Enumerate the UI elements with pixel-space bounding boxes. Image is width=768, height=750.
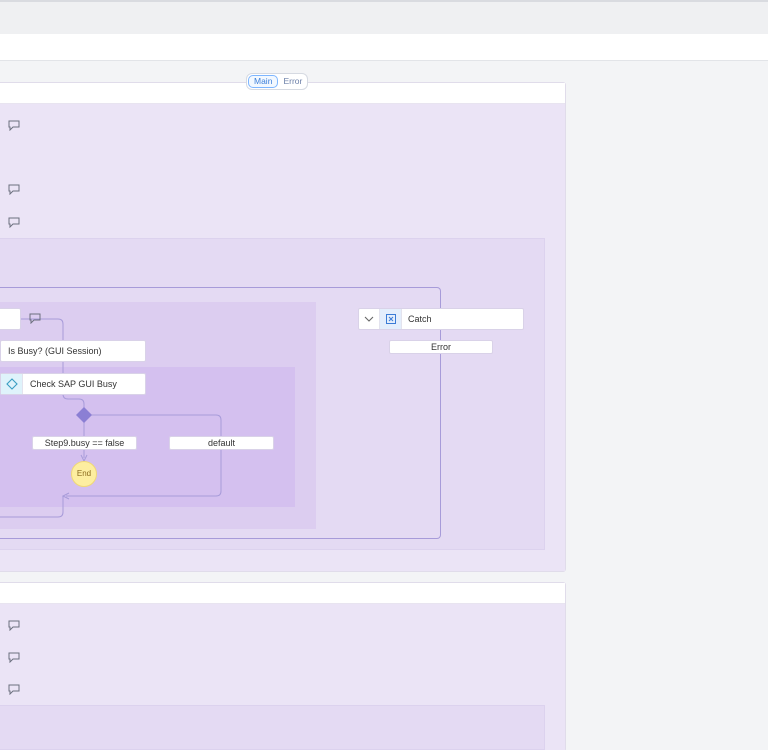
- catch-label: Catch: [408, 314, 432, 324]
- comment-icon[interactable]: [29, 313, 41, 324]
- is-busy-node[interactable]: Is Busy? (GUI Session): [0, 340, 146, 362]
- decision-gateway: [76, 407, 92, 423]
- chevron-down-icon[interactable]: [359, 309, 380, 329]
- default-label[interactable]: default: [169, 436, 274, 450]
- condition-label[interactable]: Step9.busy == false: [32, 436, 137, 450]
- catch-node[interactable]: Catch: [358, 308, 524, 330]
- catch-error-label[interactable]: Error: [389, 340, 493, 354]
- check-busy-node[interactable]: Check SAP GUI Busy: [0, 373, 146, 395]
- end-node[interactable]: End: [71, 461, 97, 487]
- diamond-icon: [1, 374, 23, 394]
- check-busy-label: Check SAP GUI Busy: [30, 379, 117, 389]
- catch-icon: [380, 309, 402, 329]
- loop-node[interactable]: [0, 308, 21, 330]
- is-busy-label: Is Busy? (GUI Session): [8, 346, 102, 356]
